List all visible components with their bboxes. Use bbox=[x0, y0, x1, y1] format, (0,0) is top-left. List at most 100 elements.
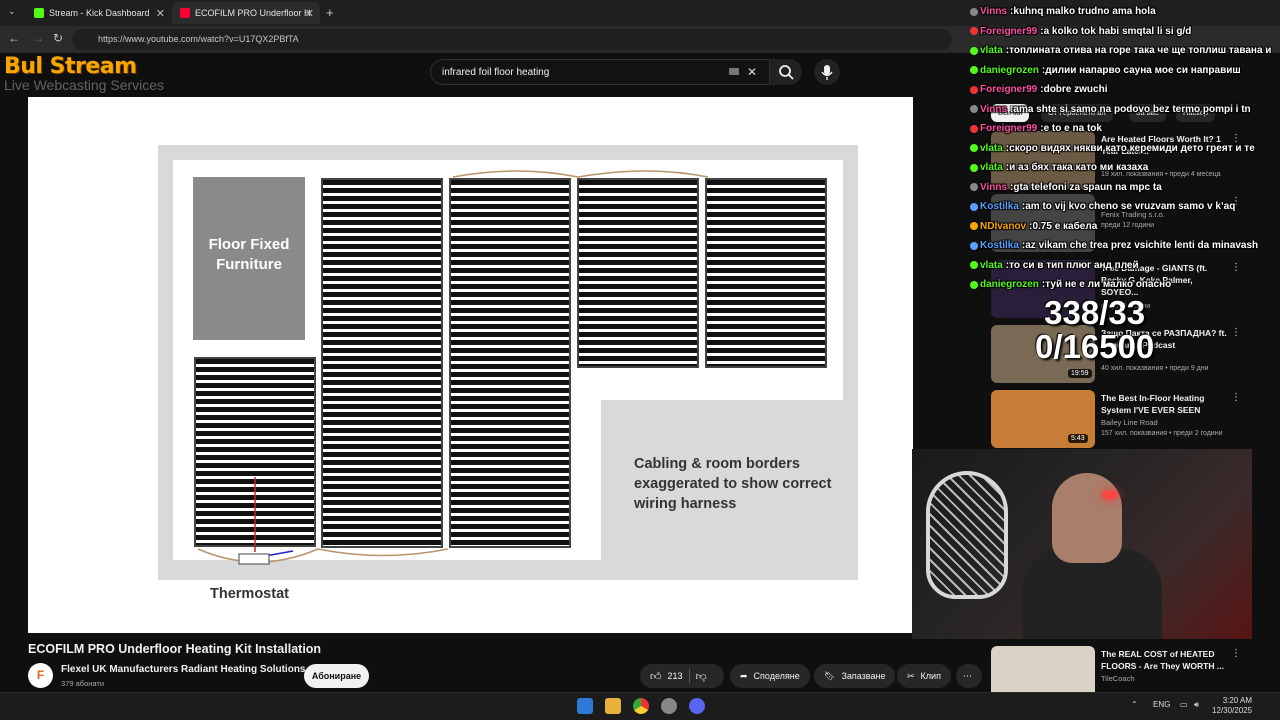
recommendation-meta: 40 хил. показвания • преди 9 дни bbox=[1101, 365, 1209, 372]
youtube-icon bbox=[180, 8, 190, 18]
chat-message: Foreigner99: a kolko tok habi smqtal li … bbox=[970, 22, 1280, 42]
user-badge-icon bbox=[970, 46, 978, 55]
chat-text: am to vij kvo cheno se vruzvam samo v kʼ… bbox=[1025, 201, 1236, 213]
share-button[interactable]: ➦ Споделяне bbox=[730, 664, 810, 688]
new-tab-button[interactable]: + bbox=[326, 5, 334, 20]
subscribe-button[interactable]: Абониране bbox=[304, 664, 369, 688]
chat-username: Foreigner99 bbox=[980, 84, 1038, 96]
share-icon: ➦ bbox=[740, 670, 748, 681]
user-badge-icon bbox=[970, 163, 978, 172]
thumbs-down-icon[interactable]: 👎︎ bbox=[696, 670, 707, 683]
system-clock[interactable]: 3:20 AM 12/30/2025 bbox=[1212, 696, 1252, 716]
chat-message: vlata: и аз бях така като ми казаха bbox=[970, 158, 1280, 178]
chat-message: Kostilka: az vikam che trea prez vsichit… bbox=[970, 236, 1280, 256]
language-indicator[interactable]: ENG bbox=[1153, 700, 1170, 709]
volume-icon[interactable]: 🔊︎ bbox=[1194, 700, 1199, 710]
voice-search-button[interactable] bbox=[814, 59, 840, 85]
forward-icon[interactable]: → bbox=[32, 31, 44, 45]
save-button[interactable]: 🔖︎ Запазване bbox=[814, 664, 896, 688]
close-icon[interactable]: ✕ bbox=[156, 7, 165, 20]
close-icon[interactable]: ✕ bbox=[305, 7, 314, 20]
address-bar[interactable]: https://www.youtube.com/watch?v=U17QX2PB… bbox=[72, 29, 952, 50]
chat-message: Vinns: gta telefoni za spaun na mpc ta bbox=[970, 178, 1280, 198]
chat-username: Vinns bbox=[980, 181, 1008, 193]
chat-text: kuhnq malko trudno ama hola bbox=[1013, 6, 1156, 18]
back-icon[interactable]: ← bbox=[8, 31, 20, 45]
chat-username: Kostilka bbox=[980, 201, 1019, 213]
thermostat-label: Thermostat bbox=[210, 586, 289, 602]
chat-text: скоро видях някви като керемиди дето гре… bbox=[1009, 142, 1255, 154]
user-badge-icon bbox=[970, 144, 978, 153]
thumbs-up-icon[interactable]: 👍︎ bbox=[650, 670, 662, 683]
video-title: ECOFILM PRO Underfloor Heating Kit Insta… bbox=[28, 642, 322, 656]
watermark-logo: Bul Stream bbox=[4, 54, 137, 79]
chrome-icon[interactable] bbox=[633, 698, 649, 714]
recommendation-title[interactable]: The Best In-Floor Heating System I'VE EV… bbox=[1101, 392, 1231, 416]
tab-label: Stream - Kick Dashboard bbox=[49, 8, 150, 18]
note-line: Cabling & room borders bbox=[634, 456, 800, 472]
chat-username: vlata bbox=[980, 142, 1003, 154]
network-icon[interactable]: ▭ bbox=[1180, 700, 1188, 709]
stream-watermark: Bul Stream Live Webcasting Services bbox=[4, 54, 164, 93]
user-badge-icon bbox=[970, 222, 978, 231]
chat-message: vlata: то си в тип плюг анд плей bbox=[970, 256, 1280, 276]
recommendation-channel: TileCoach bbox=[1101, 674, 1135, 683]
search-input[interactable]: infrared foil floor heating ✕ bbox=[430, 59, 770, 85]
like-count[interactable]: 213 bbox=[668, 671, 683, 681]
tab-list-icon[interactable]: ⌄ bbox=[8, 6, 16, 17]
chat-message: daniegrozen: туй не е ли малко опасно bbox=[970, 275, 1280, 295]
chat-text: e to e na tok bbox=[1043, 123, 1102, 135]
url-text: https://www.youtube.com/watch?v=U17QX2PB… bbox=[98, 34, 299, 44]
chat-text: и аз бях така като ми казаха bbox=[1009, 162, 1149, 174]
windows-start-icon[interactable] bbox=[577, 698, 593, 714]
scissors-icon: ✂ bbox=[907, 670, 915, 681]
tab-youtube[interactable]: ECOFILM PRO Underfloor H ✕ bbox=[172, 2, 320, 24]
counter-line-1: 338/33 bbox=[1044, 294, 1146, 331]
more-vert-icon[interactable]: ⋮ bbox=[1231, 648, 1241, 659]
chat-text: дилии напарво сауна мое си направиш bbox=[1045, 64, 1241, 76]
user-badge-icon bbox=[970, 261, 978, 270]
chat-username: vlata bbox=[980, 162, 1003, 174]
tab-label: ECOFILM PRO Underfloor H bbox=[195, 8, 311, 18]
obs-icon[interactable] bbox=[661, 698, 677, 714]
kick-icon bbox=[34, 8, 44, 18]
microphone-icon bbox=[821, 65, 833, 80]
more-actions-button[interactable]: ⋯ bbox=[956, 664, 982, 688]
user-badge-icon bbox=[970, 7, 978, 16]
more-vert-icon[interactable]: ⋮ bbox=[1231, 392, 1241, 403]
chat-message: NDIvanov: 0.75 e кабела bbox=[970, 217, 1280, 237]
more-vert-icon[interactable]: ⋮ bbox=[1231, 327, 1241, 338]
reload-icon[interactable]: ↻ bbox=[53, 31, 63, 45]
chat-username: Kostilka bbox=[980, 240, 1019, 252]
user-badge-icon bbox=[970, 66, 978, 75]
hanging-chair bbox=[926, 471, 1008, 599]
chat-text: туй не е ли малко опасно bbox=[1045, 279, 1172, 291]
user-badge-icon bbox=[970, 241, 978, 250]
channel-name[interactable]: Flexel UK Manufacturers Radiant Heating … bbox=[61, 664, 305, 675]
note-line: wiring harness bbox=[634, 496, 737, 512]
clear-search-icon[interactable]: ✕ bbox=[747, 65, 757, 79]
chat-text: топлината отива на горе така че ще топли… bbox=[1009, 45, 1272, 57]
streamer-head bbox=[1052, 473, 1122, 563]
bookmark-icon: 🔖︎ bbox=[824, 670, 836, 681]
user-badge-icon bbox=[970, 280, 978, 289]
tab-kick-dashboard[interactable]: Stream - Kick Dashboard ✕ bbox=[26, 2, 171, 24]
webcam-overlay bbox=[912, 449, 1252, 639]
search-button[interactable] bbox=[770, 59, 802, 85]
chat-username: vlata bbox=[980, 259, 1003, 271]
channel-avatar[interactable]: F bbox=[28, 663, 53, 688]
tray-chevron-icon[interactable]: ⌃ bbox=[1131, 700, 1138, 709]
keyboard-icon[interactable] bbox=[729, 68, 739, 75]
chat-message: Kostilka: am to vij kvo cheno se vruzvam… bbox=[970, 197, 1280, 217]
note-line: exaggerated to show correct bbox=[634, 476, 832, 492]
video-player[interactable]: Floor Fixed Furniture Cabling & room bor… bbox=[28, 97, 913, 633]
user-badge-icon bbox=[970, 85, 978, 94]
chat-username: Foreigner99 bbox=[980, 25, 1038, 37]
discord-icon[interactable] bbox=[689, 698, 705, 714]
recommendation-title[interactable]: The REAL COST of HEATED FLOORS - Are The… bbox=[1101, 648, 1231, 672]
file-explorer-icon[interactable] bbox=[605, 698, 621, 714]
search-icon bbox=[779, 65, 794, 80]
recommendation-item[interactable]: 5:43 The Best In-Floor Heating System I'… bbox=[991, 390, 1251, 450]
red-light bbox=[1102, 491, 1118, 499]
clip-button[interactable]: ✂ Клип bbox=[897, 664, 951, 688]
